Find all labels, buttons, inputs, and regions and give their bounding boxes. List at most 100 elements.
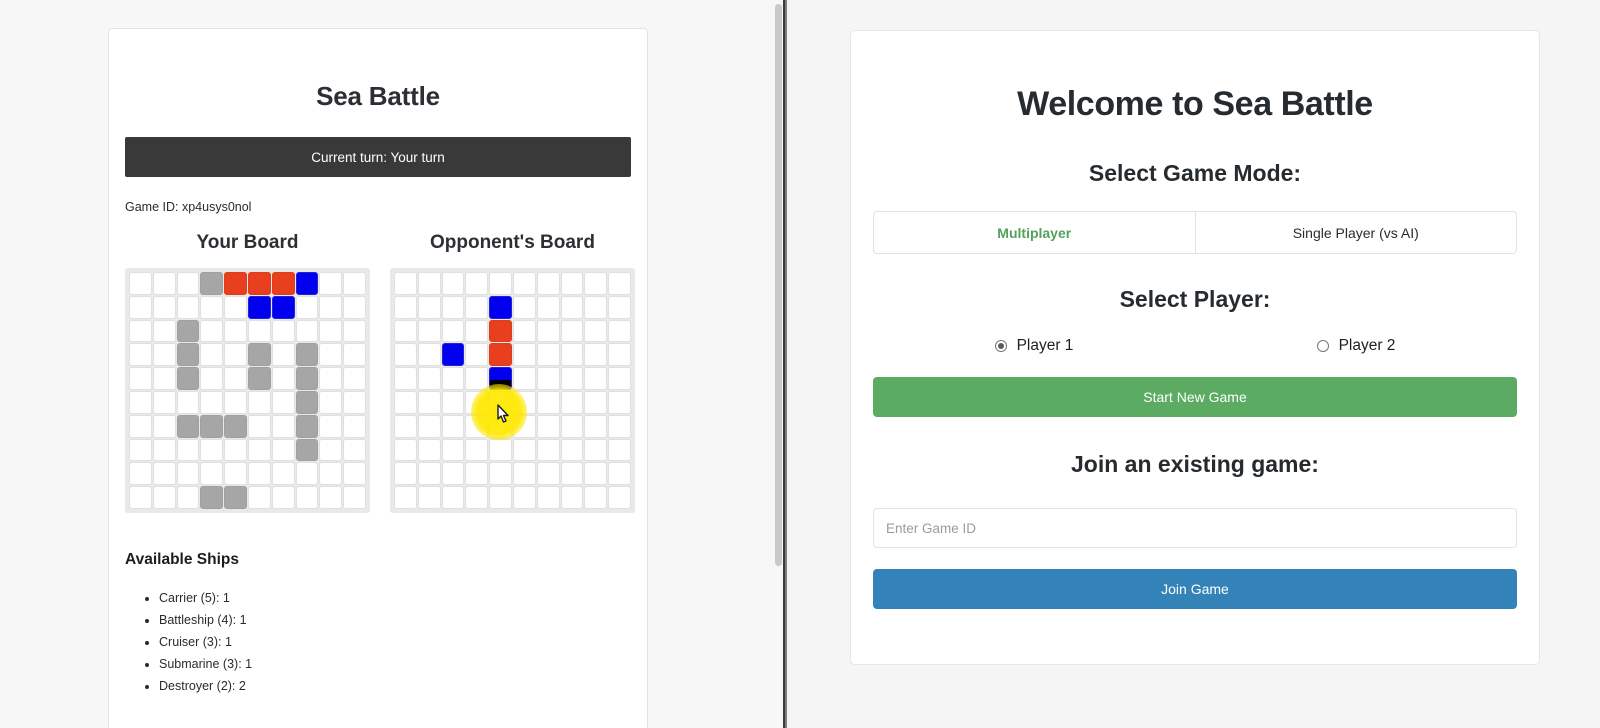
your-board-cell[interactable] — [129, 319, 152, 343]
your-board-cell[interactable] — [295, 343, 319, 367]
opponent-board-cell[interactable] — [512, 414, 536, 438]
your-board-cell[interactable] — [200, 272, 224, 295]
opponent-board-cell[interactable] — [417, 343, 441, 367]
opponent-board-cell[interactable] — [489, 414, 512, 438]
your-board-cell[interactable] — [176, 295, 200, 319]
opponent-board-cell[interactable] — [417, 367, 441, 390]
opponent-board-cell[interactable] — [536, 343, 560, 367]
your-board-cell[interactable] — [247, 390, 271, 414]
opponent-board-cell[interactable] — [465, 390, 489, 414]
your-board-grid[interactable] — [125, 268, 370, 513]
opponent-board-cell[interactable] — [560, 438, 584, 462]
your-board-cell[interactable] — [129, 414, 152, 438]
opponent-board-cell[interactable] — [584, 319, 608, 343]
your-board-cell[interactable] — [152, 462, 176, 486]
your-board-cell[interactable] — [176, 367, 200, 390]
your-board-cell[interactable] — [224, 486, 247, 509]
opponent-board-cell[interactable] — [536, 367, 560, 390]
your-board-cell[interactable] — [343, 343, 366, 367]
opponent-board-cell[interactable] — [489, 486, 512, 509]
your-board-cell[interactable] — [319, 462, 343, 486]
your-board-cell[interactable] — [152, 486, 176, 509]
opponent-board-cell[interactable] — [417, 272, 441, 295]
your-board-cell[interactable] — [271, 486, 295, 509]
your-board-cell[interactable] — [343, 438, 366, 462]
opponent-board-cell[interactable] — [536, 462, 560, 486]
your-board-cell[interactable] — [271, 462, 295, 486]
opponent-board-grid[interactable] — [389, 268, 635, 513]
your-board-cell[interactable] — [271, 319, 295, 343]
opponent-board-cell[interactable] — [441, 390, 465, 414]
opponent-board-cell[interactable] — [465, 462, 489, 486]
your-board-cell[interactable] — [295, 462, 319, 486]
opponent-board-cell[interactable] — [441, 414, 465, 438]
your-board-cell[interactable] — [176, 390, 200, 414]
your-board-cell[interactable] — [295, 319, 319, 343]
vertical-scrollbar[interactable] — [766, 0, 783, 728]
opponent-board-cell[interactable] — [489, 390, 512, 414]
your-board-cell[interactable] — [200, 390, 224, 414]
your-board-cell[interactable] — [247, 462, 271, 486]
your-board-cell[interactable] — [152, 367, 176, 390]
your-board-cell[interactable] — [247, 343, 271, 367]
opponent-board-cell[interactable] — [441, 462, 465, 486]
opponent-board-cell[interactable] — [465, 319, 489, 343]
opponent-board-cell[interactable] — [608, 343, 631, 367]
opponent-board-cell[interactable] — [393, 272, 417, 295]
opponent-board-cell[interactable] — [560, 462, 584, 486]
opponent-board-cell[interactable] — [560, 295, 584, 319]
opponent-board-cell[interactable] — [584, 295, 608, 319]
your-board-cell[interactable] — [319, 438, 343, 462]
opponent-board-cell[interactable] — [441, 367, 465, 390]
opponent-board-cell[interactable] — [512, 343, 536, 367]
your-board-cell[interactable] — [319, 319, 343, 343]
your-board-cell[interactable] — [200, 486, 224, 509]
your-board-cell[interactable] — [129, 295, 152, 319]
radio-icon-player-2[interactable] — [1316, 340, 1329, 352]
your-board-cell[interactable] — [343, 462, 366, 486]
opponent-board-cell[interactable] — [441, 319, 465, 343]
opponent-board-cell[interactable] — [608, 390, 631, 414]
your-board-cell[interactable] — [319, 272, 343, 295]
opponent-board-cell[interactable] — [608, 272, 631, 295]
start-new-game-button[interactable]: Start New Game — [873, 377, 1517, 417]
opponent-board-cell[interactable] — [512, 438, 536, 462]
opponent-board-cell[interactable] — [489, 367, 512, 390]
your-board-cell[interactable] — [152, 343, 176, 367]
your-board-cell[interactable] — [176, 486, 200, 509]
opponent-board-cell[interactable] — [536, 438, 560, 462]
your-board-cell[interactable] — [224, 390, 247, 414]
opponent-board-cell[interactable] — [489, 343, 512, 367]
your-board-cell[interactable] — [271, 438, 295, 462]
your-board-cell[interactable] — [152, 414, 176, 438]
your-board-cell[interactable] — [295, 414, 319, 438]
your-board-cell[interactable] — [176, 438, 200, 462]
your-board-cell[interactable] — [224, 319, 247, 343]
opponent-board-cell[interactable] — [489, 319, 512, 343]
your-board-cell[interactable] — [343, 390, 366, 414]
your-board-cell[interactable] — [247, 438, 271, 462]
your-board-cell[interactable] — [152, 390, 176, 414]
mode-button-single-player[interactable]: Single Player (vs AI) — [1195, 211, 1517, 254]
opponent-board-cell[interactable] — [489, 295, 512, 319]
your-board-cell[interactable] — [247, 319, 271, 343]
your-board-cell[interactable] — [319, 367, 343, 390]
your-board-cell[interactable] — [319, 414, 343, 438]
opponent-board-cell[interactable] — [584, 390, 608, 414]
radio-icon-player-1[interactable] — [994, 340, 1007, 352]
opponent-board-cell[interactable] — [393, 438, 417, 462]
opponent-board-cell[interactable] — [465, 343, 489, 367]
opponent-board-cell[interactable] — [393, 486, 417, 509]
opponent-board-cell[interactable] — [608, 367, 631, 390]
your-board-cell[interactable] — [152, 319, 176, 343]
opponent-board-cell[interactable] — [393, 319, 417, 343]
your-board-cell[interactable] — [247, 295, 271, 319]
opponent-board-cell[interactable] — [584, 367, 608, 390]
your-board-cell[interactable] — [129, 486, 152, 509]
your-board-cell[interactable] — [343, 272, 366, 295]
your-board-cell[interactable] — [343, 295, 366, 319]
opponent-board-cell[interactable] — [512, 486, 536, 509]
opponent-board-cell[interactable] — [465, 414, 489, 438]
your-board-cell[interactable] — [224, 343, 247, 367]
opponent-board-cell[interactable] — [441, 486, 465, 509]
